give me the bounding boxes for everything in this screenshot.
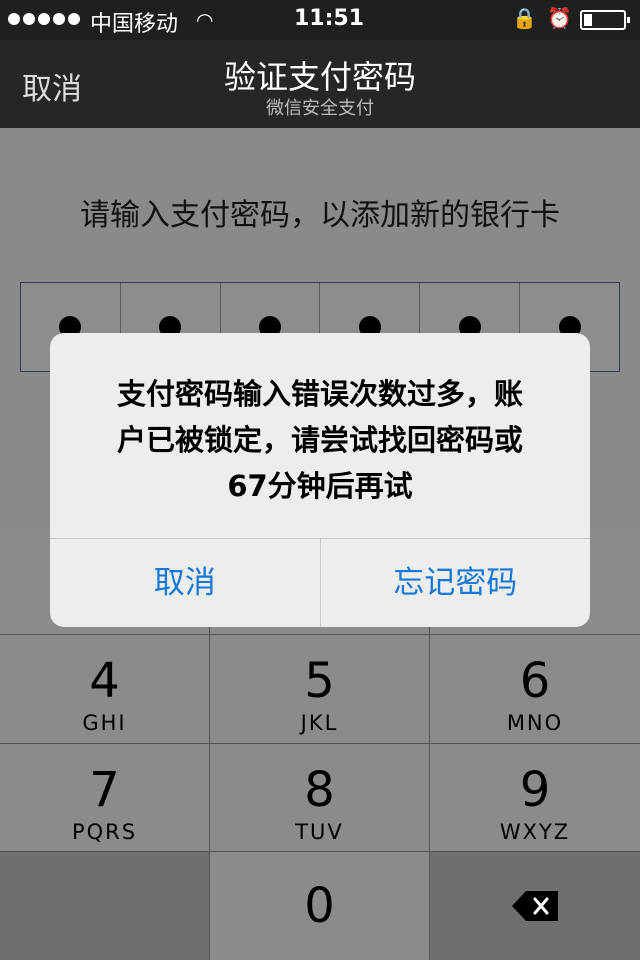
key-0[interactable]: 0 xyxy=(210,852,429,960)
key-letters: JKL xyxy=(300,711,339,735)
clock: 11:51 xyxy=(294,6,365,31)
key-letters: TUV xyxy=(295,820,344,844)
key-digit: 0 xyxy=(304,878,335,934)
alert-message-line: 支付密码输入错误次数过多，账 xyxy=(116,377,523,411)
battery-fill xyxy=(584,14,592,26)
key-5[interactable]: 5 JKL xyxy=(210,635,429,743)
key-letters: MNO xyxy=(506,711,564,735)
page-title: 验证支付密码 xyxy=(223,58,416,96)
alert-message-line: 67分钟后再试 xyxy=(227,469,413,503)
key-8[interactable]: 8 TUV xyxy=(210,744,429,851)
key-6[interactable]: 6 MNO xyxy=(430,635,640,743)
page-subtitle: 微信安全支付 xyxy=(266,98,374,119)
alert-button-row: 取消 忘记密码 xyxy=(50,538,590,627)
key-digit: 9 xyxy=(519,762,551,818)
forgot-password-button[interactable]: 忘记密码 xyxy=(321,539,591,627)
alarm-icon: ⏰ xyxy=(547,6,572,30)
password-prompt: 请输入支付密码，以添加新的银行卡 xyxy=(80,198,560,233)
carrier-name: 中国移动 xyxy=(90,12,179,37)
key-letters: PQRS xyxy=(71,820,138,844)
backspace-icon xyxy=(512,891,558,921)
alert-message: 支付密码输入错误次数过多，账 户已被锁定，请尝试找回密码或 67分钟后再试 xyxy=(70,371,570,509)
alert-dialog: 支付密码输入错误次数过多，账 户已被锁定，请尝试找回密码或 67分钟后再试 取消… xyxy=(50,333,590,627)
key-digit: 4 xyxy=(89,653,120,709)
signal-strength-icon xyxy=(8,13,80,25)
battery-icon xyxy=(580,10,630,30)
key-digit: 7 xyxy=(89,762,120,818)
key-7[interactable]: 7 PQRS xyxy=(0,744,209,851)
alert-cancel-button[interactable]: 取消 xyxy=(50,539,321,627)
key-blank xyxy=(0,852,209,960)
wifi-icon: ◠ xyxy=(196,8,214,32)
rotation-lock-icon: 🔒 xyxy=(512,6,537,30)
key-digit: 6 xyxy=(519,653,551,709)
navigation-bar: 取消 验证支付密码 微信安全支付 xyxy=(0,40,640,128)
key-9[interactable]: 9 WXYZ xyxy=(430,744,640,851)
alert-message-line: 户已被锁定，请尝试找回密码或 xyxy=(116,423,523,457)
delete-key[interactable] xyxy=(430,852,640,960)
key-digit: 8 xyxy=(304,762,335,818)
key-4[interactable]: 4 GHI xyxy=(0,635,209,743)
key-letters: GHI xyxy=(82,711,127,735)
key-letters: WXYZ xyxy=(499,820,571,844)
status-bar: 中国移动 ◠ 11:51 🔒 ⏰ xyxy=(0,0,640,40)
key-digit: 5 xyxy=(304,653,335,709)
